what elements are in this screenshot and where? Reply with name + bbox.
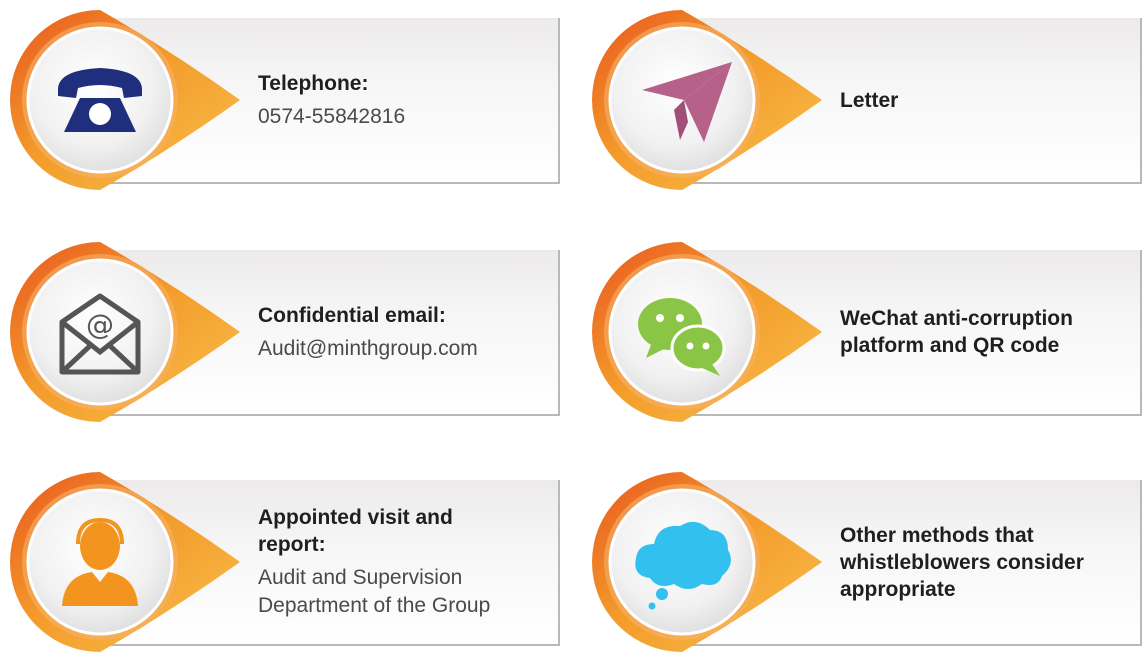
- thought-cloud-icon: [635, 521, 731, 610]
- envelope-at-icon: @: [59, 293, 141, 375]
- contact-card-letter: Letter: [582, 0, 1142, 190]
- contact-card-wechat: WeChat anti-corruption platform and QR c…: [582, 232, 1142, 422]
- card-body: 0574-55842816: [258, 104, 406, 128]
- contact-card-telephone: Telephone: 0574-55842816: [0, 0, 560, 190]
- card-title: Letter: [840, 88, 899, 112]
- card-title-line-1: WeChat anti-corruption: [840, 307, 1073, 330]
- contact-card-other: Other methods that whistleblowers consid…: [582, 462, 1142, 652]
- card-title-line-2: whistleblowers consider: [840, 550, 1084, 574]
- card-title-line-1: Appointed visit and: [258, 506, 453, 529]
- telephone-icon: [58, 68, 142, 132]
- card-body-line-1: Audit and Supervision: [258, 566, 463, 589]
- contact-card-visit: Appointed visit and report: Audit and Su…: [0, 462, 560, 652]
- person-headset-icon: [62, 517, 138, 606]
- card-title-line-3: appropriate: [840, 577, 956, 601]
- card-text: Appointed visit and report: Audit and Su…: [258, 462, 548, 662]
- wechat-icon: [638, 298, 726, 376]
- contact-card-email: @ Confidential email: Audit@minthgroup.c…: [0, 232, 560, 422]
- card-title-line-1: Other methods that: [840, 523, 1034, 547]
- card-text: Confidential email: Audit@minthgroup.com: [258, 232, 548, 432]
- card-text: Telephone: 0574-55842816: [258, 0, 548, 200]
- card-title: Telephone:: [258, 71, 369, 95]
- card-text: Other methods that whistleblowers consid…: [840, 462, 1130, 662]
- card-title-line-2: report:: [258, 533, 326, 556]
- card-body-line-2: Department of the Group: [258, 594, 491, 617]
- card-title-line-2: platform and QR code: [840, 334, 1060, 357]
- svg-text:@: @: [86, 308, 114, 341]
- card-body: Audit@minthgroup.com: [258, 336, 478, 360]
- card-text: Letter: [840, 0, 1130, 200]
- paper-plane-icon: [642, 62, 732, 142]
- card-title: Confidential email:: [258, 303, 446, 327]
- card-text: WeChat anti-corruption platform and QR c…: [840, 232, 1130, 432]
